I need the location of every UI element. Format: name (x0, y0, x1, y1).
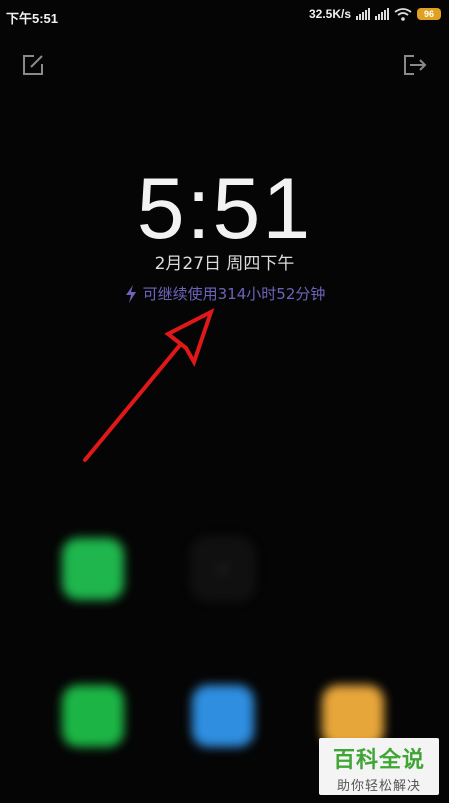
watermark-title: 百科全说 (332, 748, 425, 773)
watermark-subtitle: 助你轻松解决 (336, 779, 421, 794)
phone-icon[interactable] (62, 685, 124, 747)
contacts-icon[interactable] (192, 685, 254, 747)
add-icon[interactable] (192, 538, 254, 600)
wechat-icon[interactable] (62, 538, 124, 600)
annotation-arrow (83, 307, 215, 462)
watermark: 百科全说 助你轻松解决 (319, 738, 439, 795)
